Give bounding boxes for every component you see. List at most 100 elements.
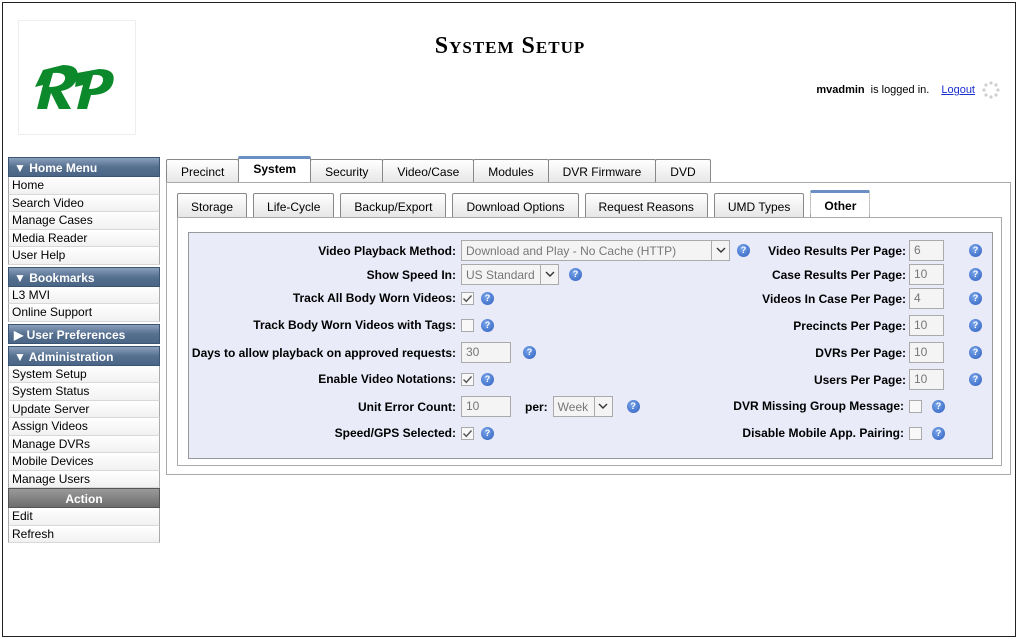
tab-video-case[interactable]: Video/Case [382, 159, 475, 183]
dvr-missing-label: DVR Missing Group Message: [733, 399, 904, 413]
help-icon[interactable]: ? [969, 292, 982, 305]
help-icon[interactable]: ? [969, 346, 982, 359]
video-notations-checkbox[interactable] [461, 372, 474, 386]
help-icon[interactable]: ? [932, 399, 945, 413]
help-icon[interactable]: ? [932, 426, 945, 440]
sidebar-item-media-reader[interactable]: Media Reader [8, 229, 160, 247]
sidebar-item-user-help[interactable]: User Help [8, 247, 160, 265]
tab-storage[interactable]: Storage [177, 193, 248, 217]
disable-mobile-label: Disable Mobile App. Pairing: [742, 426, 904, 440]
action-header: Action [8, 488, 160, 508]
track-bwv-tags-label: Track Body Worn Videos with Tags: [253, 318, 456, 332]
tab-modules[interactable]: Modules [473, 159, 549, 183]
tab-other[interactable]: Other [810, 190, 871, 217]
tab-precinct[interactable]: Precinct [166, 159, 240, 183]
page-title: System Setup [3, 33, 1017, 60]
sidebar-item-system-status[interactable]: System Status [8, 383, 160, 401]
help-icon[interactable]: ? [969, 319, 982, 332]
speed-gps-label: Speed/GPS Selected: [334, 426, 456, 440]
loading-spinner-icon [982, 81, 1000, 99]
page-title-text: System Setup [434, 33, 586, 59]
bookmarks-header[interactable]: ▼ Bookmarks [8, 266, 160, 287]
tab-life-cycle[interactable]: Life-Cycle [253, 193, 335, 217]
sidebar-item-home[interactable]: Home [8, 177, 160, 195]
users-label: Users Per Page: [813, 372, 906, 387]
sidebar-item-edit[interactable]: Edit [8, 508, 160, 526]
sub-tab-bar: Storage Life-Cycle Backup/Export Downloa… [177, 190, 876, 217]
days-playback-label: Days to allow playback on approved reque… [191, 345, 456, 360]
videos-in-case-input[interactable]: 4 [909, 288, 944, 309]
top-tab-bar: Precinct System Security Video/Case Modu… [166, 156, 711, 184]
settings-form: Video Playback Method: Download and Play… [188, 232, 993, 459]
per-value: Week [557, 399, 589, 414]
help-icon[interactable]: ? [523, 346, 536, 359]
help-icon[interactable]: ? [481, 426, 494, 440]
per-label: per: [525, 399, 548, 414]
help-icon[interactable]: ? [969, 268, 982, 281]
video-results-label: Video Results Per Page: [768, 243, 906, 258]
dvr-missing-checkbox[interactable] [909, 399, 922, 413]
sidebar-item-update-server[interactable]: Update Server [8, 400, 160, 418]
tab-system[interactable]: System [238, 156, 312, 184]
help-icon[interactable]: ? [481, 318, 494, 332]
show-speed-label: Show Speed In: [366, 267, 456, 282]
sidebar-item-mobile-devices[interactable]: Mobile Devices [8, 453, 160, 471]
logout-link[interactable]: Logout [941, 84, 975, 96]
tab-request-reasons[interactable]: Request Reasons [584, 193, 708, 217]
administration-header[interactable]: ▼ Administration [8, 345, 160, 366]
tab-dvd[interactable]: DVD [655, 159, 711, 183]
precincts-input[interactable]: 10 [909, 315, 944, 336]
show-speed-select[interactable]: US Standard [461, 264, 559, 285]
sidebar-item-search-video[interactable]: Search Video [8, 194, 160, 212]
dvrs-label: DVRs Per Page: [815, 345, 906, 360]
help-icon[interactable]: ? [626, 400, 640, 413]
help-icon[interactable]: ? [969, 373, 982, 386]
login-status: mvadmin is logged in. Logout [816, 80, 1001, 100]
dvrs-input[interactable]: 10 [909, 342, 944, 363]
video-results-input[interactable]: 6 [909, 240, 944, 261]
tab-backup-export[interactable]: Backup/Export [340, 193, 447, 217]
track-bwv-checkbox[interactable] [461, 291, 474, 305]
per-select[interactable]: Week [552, 396, 613, 417]
track-bwv-label: Track All Body Worn Videos: [292, 291, 456, 305]
users-input[interactable]: 10 [909, 369, 944, 390]
system-tab-panel: Storage Life-Cycle Backup/Export Downloa… [166, 182, 1011, 475]
playback-method-label: Video Playback Method: [318, 243, 456, 258]
user-preferences-header[interactable]: ▶ User Preferences [8, 323, 160, 344]
sidebar-item-assign-videos[interactable]: Assign Videos [8, 418, 160, 436]
speed-gps-checkbox[interactable] [461, 426, 474, 440]
disable-mobile-checkbox[interactable] [909, 426, 922, 440]
sidebar-item-l3-mvi[interactable]: L3 MVI [8, 286, 160, 304]
tab-security[interactable]: Security [310, 159, 384, 183]
tab-download-options[interactable]: Download Options [452, 193, 579, 217]
help-icon[interactable]: ? [481, 291, 494, 305]
case-results-label: Case Results Per Page: [771, 267, 906, 282]
logged-in-text: is logged in. [870, 84, 930, 96]
chevron-down-icon [711, 241, 729, 260]
video-notations-label: Enable Video Notations: [318, 372, 456, 386]
tab-dvr-firmware[interactable]: DVR Firmware [547, 159, 657, 183]
help-icon[interactable]: ? [481, 372, 494, 386]
videos-in-case-label: Videos In Case Per Page: [762, 291, 906, 306]
precincts-label: Precincts Per Page: [793, 318, 906, 333]
sidebar-item-manage-cases[interactable]: Manage Cases [8, 212, 160, 230]
unit-error-label: Unit Error Count: [358, 399, 456, 414]
home-menu-header[interactable]: ▼ Home Menu [8, 157, 160, 177]
case-results-input[interactable]: 10 [909, 264, 944, 285]
username: mvadmin [816, 84, 865, 96]
playback-method-select[interactable]: Download and Play - No Cache (HTTP) [461, 240, 730, 261]
days-playback-input[interactable]: 30 [461, 342, 511, 363]
sidebar-item-refresh[interactable]: Refresh [8, 525, 160, 543]
track-bwv-tags-checkbox[interactable] [461, 318, 474, 332]
help-icon[interactable]: ? [969, 244, 982, 257]
other-tab-panel: Video Playback Method: Download and Play… [177, 217, 1002, 466]
sidebar-item-manage-users[interactable]: Manage Users [8, 470, 160, 488]
sidebar-item-manage-dvrs[interactable]: Manage DVRs [8, 435, 160, 453]
chevron-down-icon [540, 265, 558, 284]
sidebar-item-system-setup[interactable]: System Setup [8, 365, 160, 383]
sidebar: ▼ Home Menu Home Search Video Manage Cas… [8, 157, 160, 543]
sidebar-item-online-support[interactable]: Online Support [8, 304, 160, 322]
unit-error-input[interactable]: 10 [461, 396, 511, 417]
tab-umd-types[interactable]: UMD Types [713, 193, 805, 217]
help-icon[interactable]: ? [569, 268, 582, 281]
